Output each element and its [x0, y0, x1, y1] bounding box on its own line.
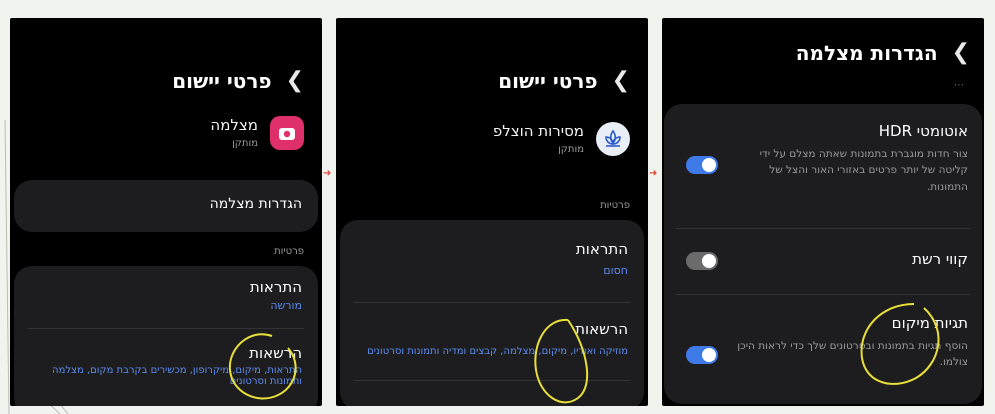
more-dots-icon: ⋯ — [954, 80, 964, 91]
flow-arrow-icon: ➜ — [649, 168, 658, 179]
divider — [354, 380, 630, 381]
back-chevron-icon[interactable]: ❯ — [952, 40, 970, 65]
camera-icon — [279, 128, 295, 140]
divider — [676, 228, 970, 229]
hdr-description: צור חדות מוגברת בתמונות שאתה מצלם על ידי… — [759, 148, 968, 193]
divider — [354, 302, 630, 303]
permissions-item[interactable]: הרשאות התראות, מיקום, מיקרופון, מכשירים … — [22, 344, 302, 387]
permissions-value: מוזיקה ואודיו, מיקום, מצלמה, קבצים ומדיה… — [367, 346, 628, 357]
app-icon — [596, 122, 630, 156]
app-name: מצלמה — [210, 116, 258, 134]
grid-lines-title: קווי רשת — [912, 250, 968, 268]
page-header: ❯ הגדרות מצלמה — [796, 40, 970, 65]
notifications-item[interactable]: התראות חסום — [356, 240, 628, 277]
phone-screen-app-info-vault: ❯ פרטי יישום מסירות הוצלפ מותקן פרטיות ה… — [336, 18, 648, 406]
app-status: מותקן — [558, 144, 584, 155]
privacy-section-label: פרטיות — [274, 246, 304, 257]
page-title: פרטי יישום — [172, 68, 272, 93]
privacy-card: התראות חסום הרשאות מוזיקה ואודיו, מיקום,… — [340, 220, 644, 406]
notifications-value: חסום — [603, 264, 628, 277]
notifications-title: התראות — [575, 240, 628, 258]
privacy-card: התראות מורשה הרשאות התראות, מיקום, מיקרו… — [14, 266, 318, 406]
hdr-title: HDR אוטומטי — [878, 122, 968, 140]
toggle-knob — [702, 158, 716, 172]
toggle-knob — [702, 348, 716, 362]
location-tags-description: הוסף תגיות בתמונות ובסרטונים שלך כדי לרא… — [737, 340, 968, 369]
camera-settings-button[interactable]: הגדרות מצלמה — [14, 180, 318, 232]
page-title: הגדרות מצלמה — [795, 40, 938, 65]
app-header: מסירות הוצלפ מותקן — [493, 122, 630, 156]
page-title: פרטי יישום — [498, 68, 598, 93]
divider — [28, 328, 304, 329]
location-tags-title: תגיות מיקום — [891, 314, 968, 332]
notifications-item[interactable]: התראות מורשה — [30, 278, 302, 312]
grid-lines-toggle[interactable] — [686, 252, 718, 270]
lotus-icon — [605, 129, 621, 147]
back-chevron-icon[interactable]: ❯ — [612, 68, 630, 93]
notifications-value: מורשה — [270, 299, 302, 312]
location-tags-toggle[interactable] — [686, 346, 718, 364]
divider — [676, 294, 970, 295]
app-status: מותקן — [232, 138, 258, 149]
camera-app-icon — [270, 116, 304, 150]
hdr-toggle[interactable] — [686, 156, 718, 174]
page-header: ❯ פרטי יישום — [172, 68, 304, 93]
app-name: מסירות הוצלפ — [492, 122, 584, 140]
settings-card: HDR אוטומטי צור חדות מוגברת בתמונות שאתה… — [664, 104, 982, 404]
back-chevron-icon[interactable]: ❯ — [286, 68, 304, 93]
notifications-title: התראות — [249, 278, 302, 296]
permissions-item[interactable]: הרשאות מוזיקה ואודיו, מיקום, מצלמה, קבצי… — [348, 320, 628, 357]
camera-settings-label: הגדרות מצלמה — [209, 196, 302, 212]
flow-arrow-icon: ➜ — [323, 168, 332, 179]
hdr-setting-row[interactable]: HDR אוטומטי צור חדות מוגברת בתמונות שאתה… — [674, 122, 968, 195]
app-header: מצלמה מותקן — [210, 116, 304, 150]
grid-lines-setting-row[interactable]: קווי רשת — [674, 250, 968, 268]
privacy-section-label: פרטיות — [600, 200, 630, 211]
location-tags-setting-row[interactable]: תגיות מיקום הוסף תגיות בתמונות ובסרטונים… — [674, 314, 968, 371]
permissions-value-line1: התראות, מיקום, מיקרופון, מכשירים בקרבת מ… — [52, 365, 302, 376]
permissions-title: הרשאות — [249, 344, 302, 362]
page-header: ❯ פרטי יישום — [498, 68, 630, 93]
permissions-value-line2: ותמונות וסרטונים — [229, 376, 302, 387]
permissions-title: הרשאות — [575, 320, 628, 338]
phone-screen-camera-settings: ❯ הגדרות מצלמה ⋯ HDR אוטומטי צור חדות מו… — [662, 18, 984, 406]
toggle-knob — [702, 254, 716, 268]
phone-screen-app-info-camera: ❯ פרטי יישום מצלמה מותקן הגדרות מצלמה פר… — [10, 18, 322, 406]
